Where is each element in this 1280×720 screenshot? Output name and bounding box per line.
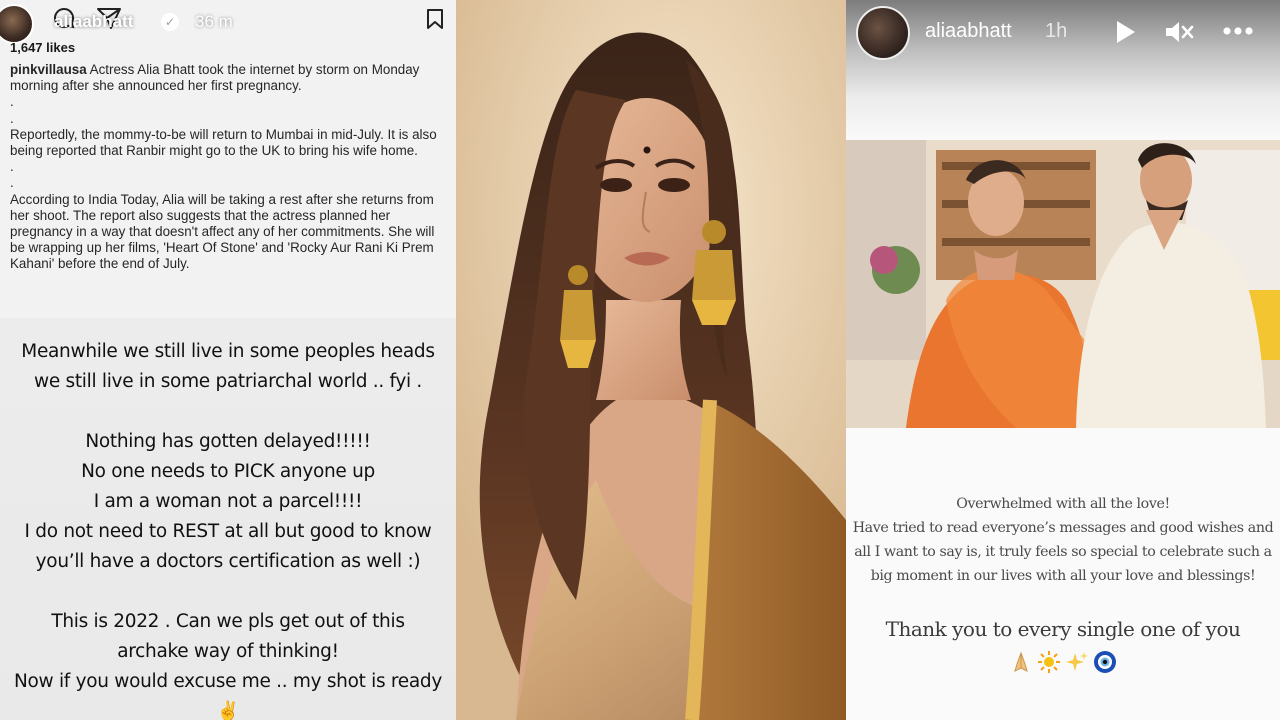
note-line: we still live in some patriarchal world …	[33, 371, 423, 392]
caption-paragraph: .	[10, 94, 14, 110]
couple-illustration	[846, 140, 1280, 428]
note-line: Nothing has gotten delayed!!!!!	[85, 431, 371, 452]
right-story-panel: aliaabhatt 1h Overwhelmed with all the l…	[846, 0, 1280, 720]
story-message: Overwhelmed with all the love! Have trie…	[846, 492, 1280, 588]
caption-paragraph: .	[10, 175, 14, 191]
note-line	[0, 397, 456, 427]
portrait-photo	[456, 0, 846, 720]
caption-handle[interactable]: pinkvillausa	[10, 62, 87, 77]
play-icon[interactable]	[1112, 19, 1138, 45]
message-line: all I want to say is, it truly feels so …	[854, 544, 1272, 560]
message-line: Overwhelmed with all the love!	[956, 496, 1170, 512]
note-line: you’ll have a doctors certification as w…	[35, 551, 421, 572]
note-line	[0, 577, 456, 607]
sun-icon	[1038, 651, 1060, 673]
victory-hand-emoji: ✌️	[216, 701, 240, 720]
note-line: Now if you would excuse me .. my shot is…	[13, 671, 443, 692]
caption-paragraph: Reportedly, the mommy-to-be will return …	[10, 126, 437, 159]
post-caption: pinkvillausa Actress Alia Bhatt took the…	[10, 62, 450, 273]
note-line: Meanwhile we still live in some peoples …	[21, 341, 435, 362]
story-timestamp: 1h	[1045, 20, 1068, 42]
avatar[interactable]	[0, 4, 34, 44]
couple-photo	[846, 140, 1280, 428]
post-screenshot: aliaabhatt ✓ 36 m 1,647 likes pinkvillau…	[0, 0, 456, 318]
more-options-icon[interactable]	[1221, 22, 1255, 40]
note-line: I do not need to REST at all but good to…	[24, 521, 432, 542]
note-line: I am a woman not a parcel!!!!	[93, 491, 363, 512]
emoji-row	[846, 650, 1280, 678]
story-timestamp: 36 m	[195, 12, 233, 31]
portrait-illustration	[456, 0, 846, 720]
mute-icon[interactable]	[1164, 19, 1194, 45]
nazar-amulet-icon	[1094, 651, 1116, 673]
story-header: aliaabhatt 1h	[846, 0, 1280, 140]
message-line: big moment in our lives with all your lo…	[870, 568, 1256, 584]
avatar[interactable]	[856, 6, 910, 60]
note-line: archake way of thinking!	[117, 641, 339, 662]
left-story-panel: aliaabhatt ✓ 36 m 1,647 likes pinkvillau…	[0, 0, 456, 720]
note-line: This is 2022 . Can we pls get out of thi…	[51, 611, 405, 632]
sparkles-icon	[1066, 652, 1088, 671]
story-header: aliaabhatt ✓ 36 m	[0, 0, 456, 44]
likes-count[interactable]: 1,647 likes	[10, 40, 75, 55]
story-text-note: Meanwhile we still live in some peoples …	[0, 318, 456, 720]
story-username[interactable]: aliaabhatt	[925, 20, 1012, 43]
note-line: No one needs to PICK anyone up	[81, 461, 375, 482]
thank-you-text: Thank you to every single one of you	[885, 617, 1241, 641]
caption-paragraph: According to India Today, Alia will be t…	[10, 191, 435, 272]
caption-paragraph: pinkvillausa Actress Alia Bhatt took the…	[10, 62, 420, 94]
message-line: Have tried to read everyone’s messages a…	[852, 520, 1274, 536]
bookmark-icon[interactable]	[424, 8, 446, 30]
caption-paragraph: .	[10, 110, 14, 126]
story-username[interactable]: aliaabhatt	[54, 12, 133, 32]
verified-icon: ✓	[161, 13, 179, 31]
folded-hands-icon	[1014, 651, 1028, 672]
caption-paragraph: .	[10, 159, 14, 175]
